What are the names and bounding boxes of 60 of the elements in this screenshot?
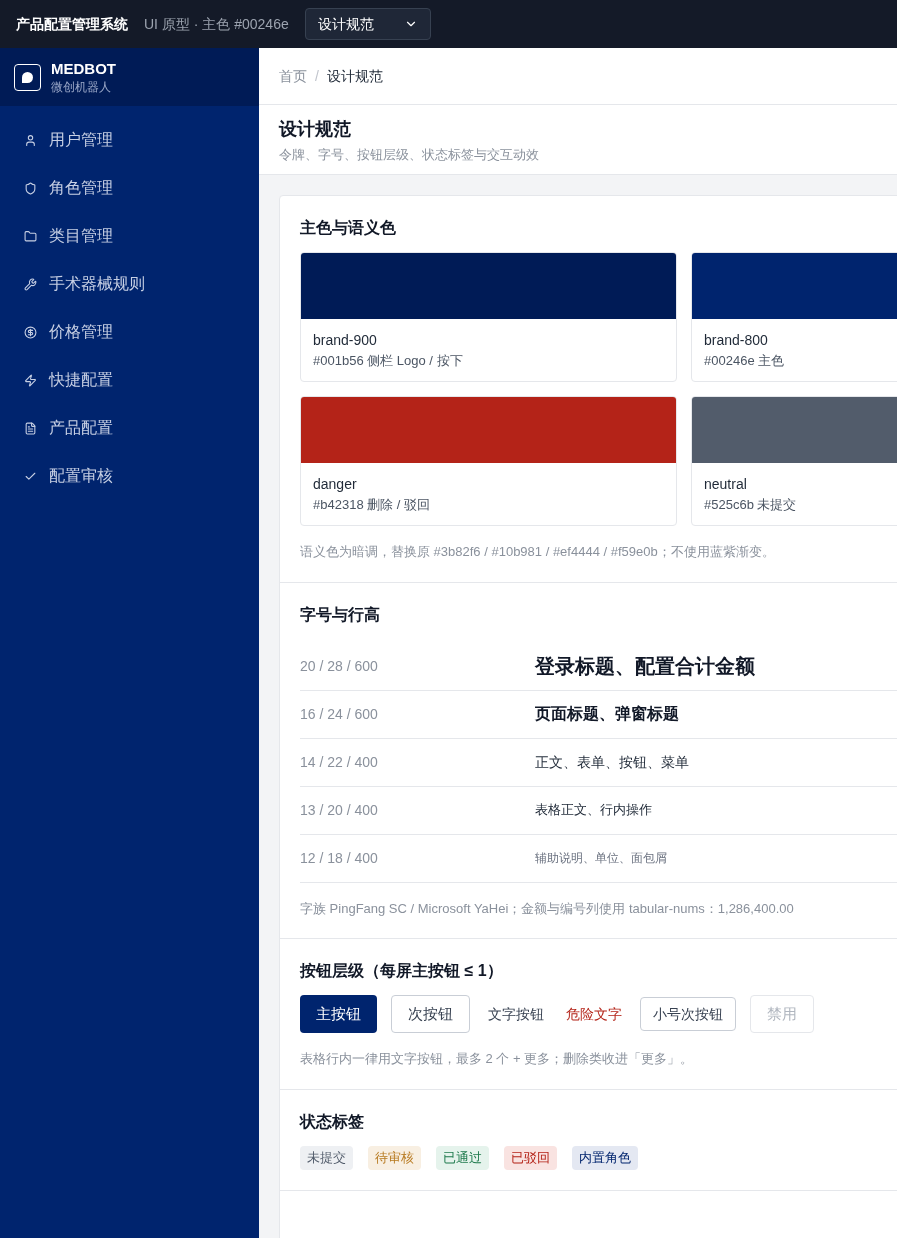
- type-sample: 辅助说明、单位、面包屑: [535, 850, 667, 867]
- note-text: 字族 PingFang SC / Microsoft YaHei；金额与编号列使用 tabular-nums：1,286,400.00: [300, 899, 795, 918]
- swatch-description: #525c6b 未提交: [704, 496, 798, 514]
- status-tag: 未提交: [300, 1145, 353, 1170]
- status-tag: 已驳回: [504, 1145, 557, 1170]
- breadcrumb-item: 设计规范: [326, 66, 383, 86]
- swatch-name: danger: [313, 475, 358, 494]
- folder-icon: [24, 229, 37, 243]
- swatch-description: #00246e 主色: [704, 352, 786, 370]
- type-sample: 页面标题、弹窗标题: [535, 704, 679, 724]
- page-title: 设计规范: [279, 118, 352, 141]
- text-button[interactable]: 危险文字: [562, 995, 626, 1033]
- type-spec: 20 / 28 / 600: [300, 656, 379, 676]
- lightning-icon: [24, 373, 37, 387]
- wrench-icon: [24, 277, 37, 291]
- text-button[interactable]: 文字按钮: [484, 995, 548, 1033]
- sidebar-item[interactable]: 快捷配置: [0, 356, 259, 404]
- status-tag: 已通过: [436, 1145, 489, 1170]
- note-text: 表格行内一律用文字按钮，最多 2 个 + 更多；删除类收进「更多」。: [300, 1050, 695, 1068]
- type-sample: 表格正文、行内操作: [535, 801, 652, 819]
- shield-icon: [24, 181, 37, 195]
- button[interactable]: 小号次按钮: [640, 997, 736, 1031]
- button[interactable]: 次按钮: [391, 995, 470, 1033]
- dollar-circle-icon: [24, 325, 37, 339]
- section-heading: 主色与语义色: [300, 218, 397, 238]
- swatch-name: brand-800: [704, 331, 769, 350]
- document-icon: [24, 421, 37, 435]
- sidebar-item[interactable]: 角色管理: [0, 164, 259, 212]
- section-heading: 字号与行高: [300, 604, 381, 625]
- type-spec: 14 / 22 / 400: [300, 752, 379, 772]
- sidebar-item[interactable]: 手术器械规则: [0, 260, 259, 308]
- type-spec: 16 / 24 / 600: [300, 704, 379, 724]
- status-tag: 待审核: [368, 1145, 421, 1170]
- sidebar-item[interactable]: 用户管理: [0, 116, 259, 164]
- type-spec: 12 / 18 / 400: [300, 848, 379, 868]
- app-subtitle: UI 原型 · 主色 #00246e: [144, 14, 289, 34]
- type-sample: 正文、表单、按钮、菜单: [535, 753, 689, 772]
- app-title: 产品配置管理系统: [16, 14, 128, 34]
- breadcrumb-separator: /: [315, 66, 319, 86]
- brand-tagline: 微创机器人: [51, 79, 112, 95]
- swatch-description: #001b56 侧栏 Logo / 按下: [313, 352, 464, 370]
- sidebar-item[interactable]: 价格管理: [0, 308, 259, 356]
- button[interactable]: 主按钮: [300, 995, 377, 1033]
- note-text: 语义色为暗调，替换原 #3b82f6 / #10b981 / #ef4444 / #f59e0b；不使用蓝紫渐变。: [300, 543, 776, 561]
- sidebar-item[interactable]: 产品配置: [0, 404, 259, 452]
- type-sample: 登录标题、配置合计金额: [535, 654, 755, 679]
- page-subtitle: 令牌、字号、按钮层级、状态标签与交互动效: [279, 146, 540, 164]
- sidebar-item[interactable]: 类目管理: [0, 212, 259, 260]
- status-tag: 内置角色: [572, 1145, 638, 1170]
- section-heading: 状态标签: [300, 1111, 365, 1132]
- user-icon: [24, 133, 37, 147]
- logo-icon: [14, 63, 41, 91]
- type-spec: 13 / 20 / 400: [300, 800, 379, 820]
- section-heading: 按钮层级（每屏主按钮 ≤ 1）: [300, 961, 504, 981]
- sidebar-item[interactable]: 配置审核: [0, 452, 259, 500]
- page-select[interactable]: 设计规范: [304, 8, 431, 40]
- swatch-name: brand-900: [313, 331, 378, 350]
- brand-name: MEDBOT: [51, 59, 116, 79]
- swatch-name: neutral: [704, 475, 748, 494]
- swatch-description: #b42318 删除 / 驳回: [313, 496, 432, 514]
